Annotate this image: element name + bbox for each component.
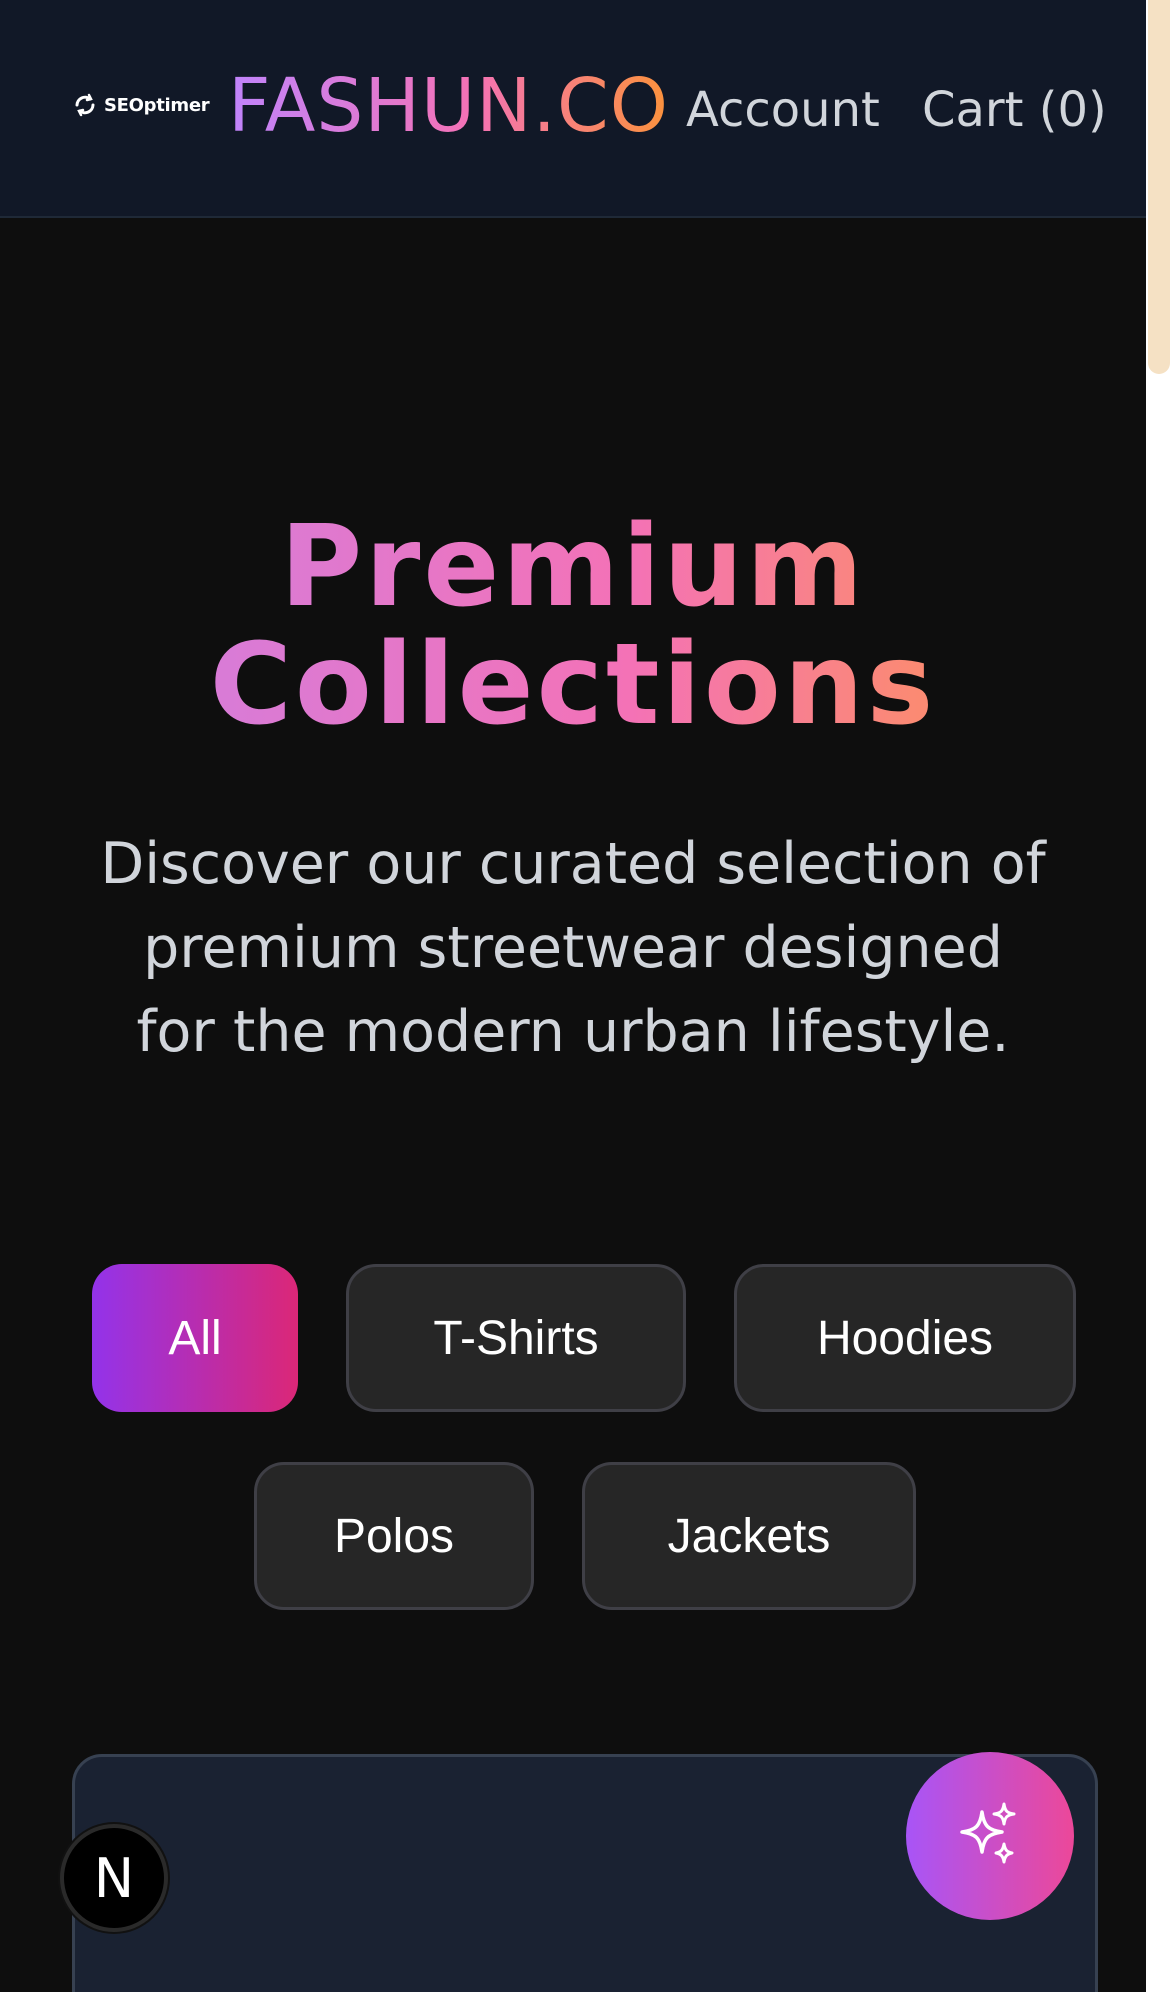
- filter-tshirts-button[interactable]: T-Shirts: [346, 1264, 686, 1412]
- filter-hoodies-button[interactable]: Hoodies: [734, 1264, 1076, 1412]
- site-header: SEOptimer FASHUN.CO Account Cart (0): [0, 0, 1146, 218]
- nav-account-link[interactable]: Account: [686, 80, 880, 140]
- filter-all-button[interactable]: All: [92, 1264, 298, 1412]
- nextjs-dev-button[interactable]: N: [60, 1824, 168, 1932]
- nav-cart-link[interactable]: Cart (0): [922, 80, 1107, 140]
- brand-logo[interactable]: FASHUN.CO: [228, 64, 669, 148]
- page-title: Premium Collections: [0, 508, 1146, 744]
- seoptimer-label: SEOptimer: [104, 94, 210, 116]
- page: SEOptimer FASHUN.CO Account Cart (0) Pre…: [0, 0, 1170, 1992]
- seoptimer-logo-icon: [75, 93, 95, 117]
- title-line-1: Premium: [280, 502, 866, 632]
- filter-polos-button[interactable]: Polos: [254, 1462, 534, 1610]
- scrollbar-thumb[interactable]: [1148, 0, 1170, 374]
- page-subtitle: Discover our curated selection of premiu…: [100, 831, 1046, 1065]
- nextjs-icon: N: [93, 1846, 135, 1910]
- seoptimer-badge[interactable]: SEOptimer: [72, 92, 210, 118]
- title-line-2: Collections: [209, 620, 937, 750]
- ai-assistant-button[interactable]: [906, 1752, 1074, 1920]
- filter-jackets-button[interactable]: Jackets: [582, 1462, 916, 1610]
- sparkles-icon: [960, 1802, 1016, 1864]
